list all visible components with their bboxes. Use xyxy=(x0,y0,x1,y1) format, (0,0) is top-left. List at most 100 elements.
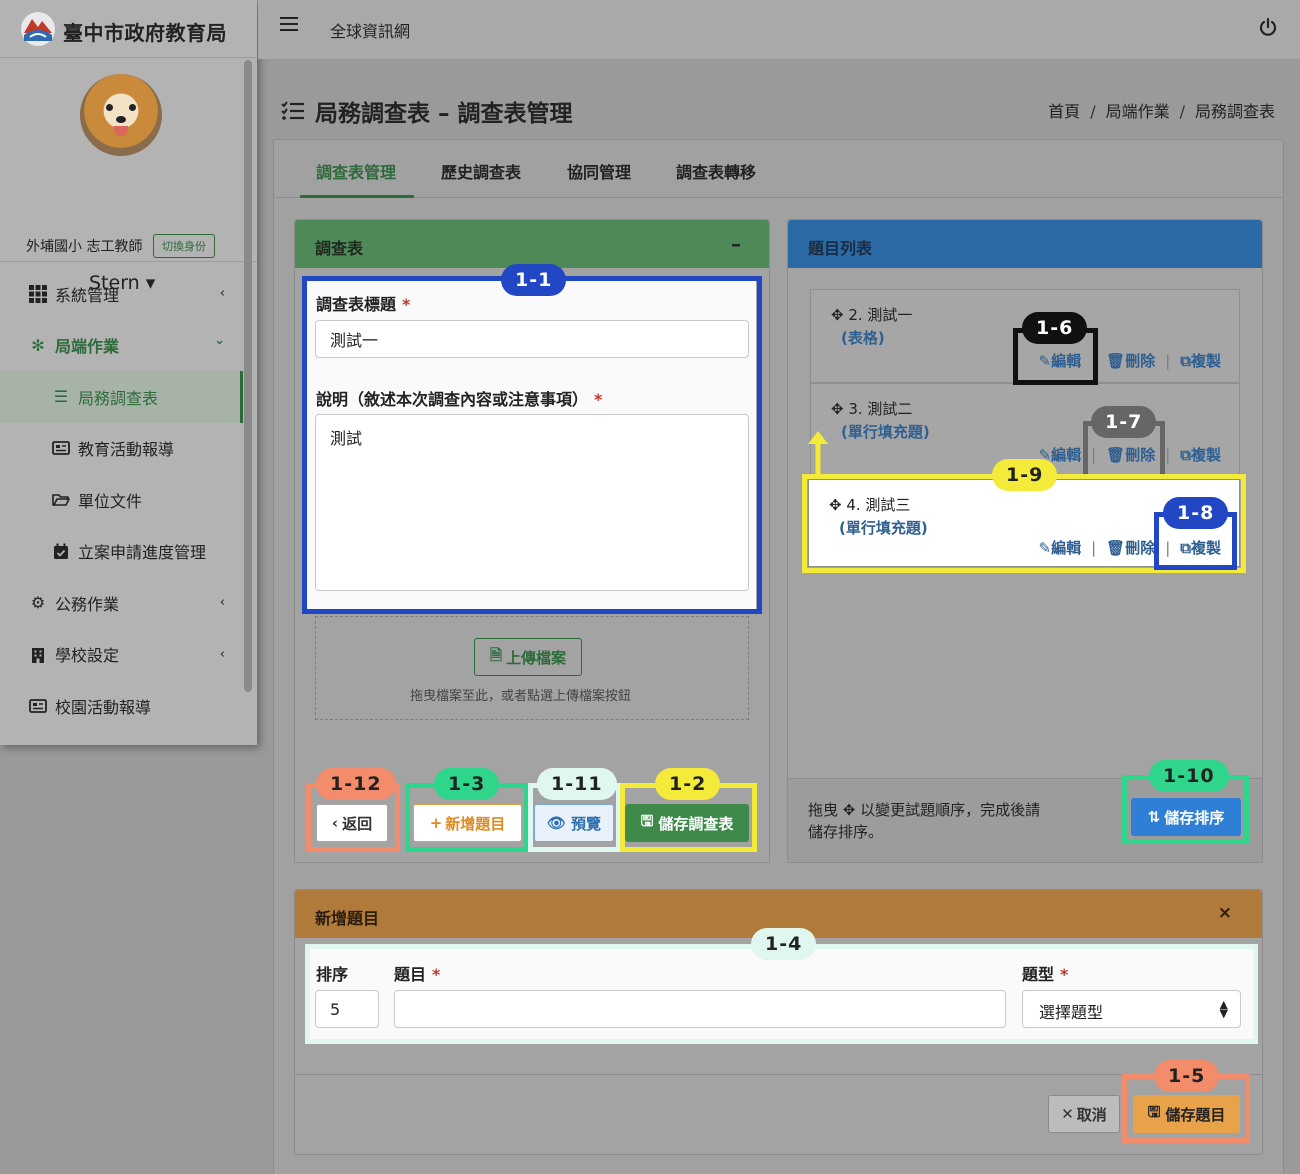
annotation-badge-1-4: 1-4 xyxy=(751,928,817,960)
sidebar-item-bureau-ops[interactable]: ✻ 局端作業 ⌄ xyxy=(0,320,243,372)
survey-panel-title: 調查表 xyxy=(315,239,364,258)
survey-panel-header: 調查表 – xyxy=(295,220,769,268)
question-title-text: 2. 測試一 xyxy=(848,306,913,324)
brand[interactable]: 臺中市政府教育局 xyxy=(0,0,257,58)
question-title-text: 3. 測試二 xyxy=(848,400,913,418)
sidebar-item-survey[interactable]: ☰ 局務調查表 xyxy=(0,371,243,423)
delete-button[interactable]: 🗑刪除 xyxy=(1106,350,1155,371)
copy-button[interactable]: ⧉複製 xyxy=(1180,444,1221,465)
sidebar-item-label: 系統管理 xyxy=(55,285,120,305)
breadcrumb-home[interactable]: 首頁 xyxy=(1048,102,1080,121)
action-divider: | xyxy=(1165,445,1171,464)
add-panel-divider xyxy=(294,1074,1263,1075)
breadcrumb-separator: / xyxy=(1179,102,1185,121)
copy-label: 複製 xyxy=(1190,352,1221,370)
sidebar-item-label: 立案申請進度管理 xyxy=(78,543,207,563)
annotation-badge-1-5: 1-5 xyxy=(1154,1060,1220,1092)
annotation-badge-1-7: 1-7 xyxy=(1091,406,1157,438)
newspaper-icon xyxy=(50,439,72,457)
breadcrumb-separator: / xyxy=(1090,102,1096,121)
close-icon[interactable]: × xyxy=(1218,903,1232,923)
avatar-nose xyxy=(116,116,126,123)
upload-file-button[interactable]: 🗎 上傳檔案 xyxy=(474,638,582,676)
drag-up-arrow-icon xyxy=(808,431,828,474)
active-tab-indicator xyxy=(300,195,414,198)
add-question-title: 新增題目 xyxy=(315,909,380,928)
tab-transfer[interactable]: 調查表轉移 xyxy=(676,159,756,183)
copy-button[interactable]: ⧉複製 xyxy=(1180,350,1221,371)
newspaper-icon xyxy=(27,697,49,715)
reorder-hint: 拖曳 ✥ 以變更試題順序，完成後請儲存排序。 xyxy=(808,801,1041,841)
cancel-button[interactable]: ✕ 取消 xyxy=(1048,1095,1120,1133)
question-type: (表格) xyxy=(841,329,885,347)
sidebar-item-edu-news[interactable]: 教育活動報導 xyxy=(0,423,243,475)
sidebar-nav: 系統管理 ‹ ✻ 局端作業 ⌄ ☰ 局務調查表 教育活動報導 單位文件 立案申請… xyxy=(0,268,243,732)
topbar: 全球資訊網 xyxy=(258,0,1300,59)
breadcrumb-current: 局務調查表 xyxy=(1194,102,1275,121)
page-title: 局務調查表 – 調查表管理 xyxy=(281,94,573,128)
delete-label: 刪除 xyxy=(1125,352,1156,370)
tab-collaboration[interactable]: 協同管理 xyxy=(567,159,631,183)
switch-identity-button[interactable]: 切換身份 xyxy=(153,234,215,258)
power-icon[interactable] xyxy=(1258,17,1278,37)
question-list-header: 題目列表 xyxy=(788,220,1262,268)
annotation-badge-1-8: 1-8 xyxy=(1163,497,1229,529)
copy-label: 複製 xyxy=(1190,446,1221,464)
avatar-tongue xyxy=(114,126,128,136)
edit-label: 編輯 xyxy=(1051,446,1082,464)
folder-icon xyxy=(50,491,72,509)
sidebar-item-label: 教育活動報導 xyxy=(78,440,175,460)
sidebar-scrollbar[interactable] xyxy=(244,60,252,692)
sidebar-item-unit-docs[interactable]: 單位文件 xyxy=(0,474,243,526)
breadcrumb: 首頁 / 局端作業 / 局務調查表 xyxy=(1048,98,1275,122)
sidebar-item-label: 局務調查表 xyxy=(78,388,159,408)
annotation-badge-1-6: 1-6 xyxy=(1022,312,1088,344)
annotation-badge-1-1: 1-1 xyxy=(501,264,567,296)
sidebar-item-registration[interactable]: 立案申請進度管理 xyxy=(0,526,243,578)
tab-survey-management[interactable]: 調查表管理 xyxy=(316,159,396,183)
sidebar: 臺中市政府教育局 外埔國小 志工教師 切換身份 Stern ▾ 系統管理 ‹ ✻… xyxy=(0,0,257,745)
list-icon: ☰ xyxy=(53,387,69,407)
drag-move-icon[interactable]: ✥ xyxy=(831,306,848,324)
avatar xyxy=(80,74,162,156)
annotation-badge-1-2: 1-2 xyxy=(655,768,721,800)
gears-icon: ⚙ xyxy=(30,593,46,613)
question-type: (單行填充題) xyxy=(841,423,930,441)
annotation-badge-1-11: 1-11 xyxy=(537,768,617,800)
avatar-eye xyxy=(129,104,136,111)
sidebar-item-label: 學校設定 xyxy=(55,646,120,666)
breadcrumb-bureau-ops[interactable]: 局端作業 xyxy=(1106,102,1170,121)
chevron-down-icon: ⌄ xyxy=(214,332,225,348)
sidebar-item-label: 單位文件 xyxy=(78,491,143,511)
tab-history[interactable]: 歷史調查表 xyxy=(441,159,521,183)
tab-bar: 調查表管理 歷史調查表 協同管理 調查表轉移 xyxy=(274,140,1283,198)
question-list-title: 題目列表 xyxy=(808,239,873,258)
drag-move-icon[interactable]: ✥ xyxy=(831,400,848,418)
chevron-left-icon: ‹ xyxy=(219,286,225,301)
grid-icon xyxy=(27,284,49,303)
user-role: 外埔國小 志工教師 xyxy=(26,239,143,255)
calendar-check-icon xyxy=(50,542,72,560)
gear-flower-icon: ✻ xyxy=(31,335,45,355)
global-site-link[interactable]: 全球資訊網 xyxy=(330,18,410,42)
sidebar-item-label: 校園活動報導 xyxy=(55,697,152,717)
annotation-badge-1-10: 1-10 xyxy=(1149,760,1229,792)
close-x-icon: ✕ xyxy=(1061,1105,1074,1123)
list-check-icon xyxy=(281,101,304,120)
sidebar-item-official-ops[interactable]: ⚙ 公務作業 ‹ xyxy=(0,577,243,629)
building-icon xyxy=(27,645,49,663)
collapse-icon[interactable]: – xyxy=(731,232,741,256)
sidebar-item-campus-news[interactable]: 校園活動報導 xyxy=(0,680,243,732)
page-title-text: 局務調查表 – 調查表管理 xyxy=(315,101,573,127)
dropzone-hint: 拖曳檔案至此，或者點選上傳檔案按鈕 xyxy=(410,689,632,704)
sidebar-item-school-settings[interactable]: 學校設定 ‹ xyxy=(0,629,243,681)
chevron-left-icon: ‹ xyxy=(219,646,225,662)
upload-file-label: 上傳檔案 xyxy=(506,648,567,667)
sidebar-item-system[interactable]: 系統管理 ‹ xyxy=(0,268,243,320)
annotation-badge-1-12: 1-12 xyxy=(316,768,396,800)
question-title: ✥ 2. 測試一 xyxy=(831,304,912,325)
action-divider: | xyxy=(1165,351,1171,370)
menu-toggle-icon[interactable] xyxy=(280,17,298,31)
sidebar-item-label: 公務作業 xyxy=(55,594,120,614)
logo-icon xyxy=(21,12,55,46)
